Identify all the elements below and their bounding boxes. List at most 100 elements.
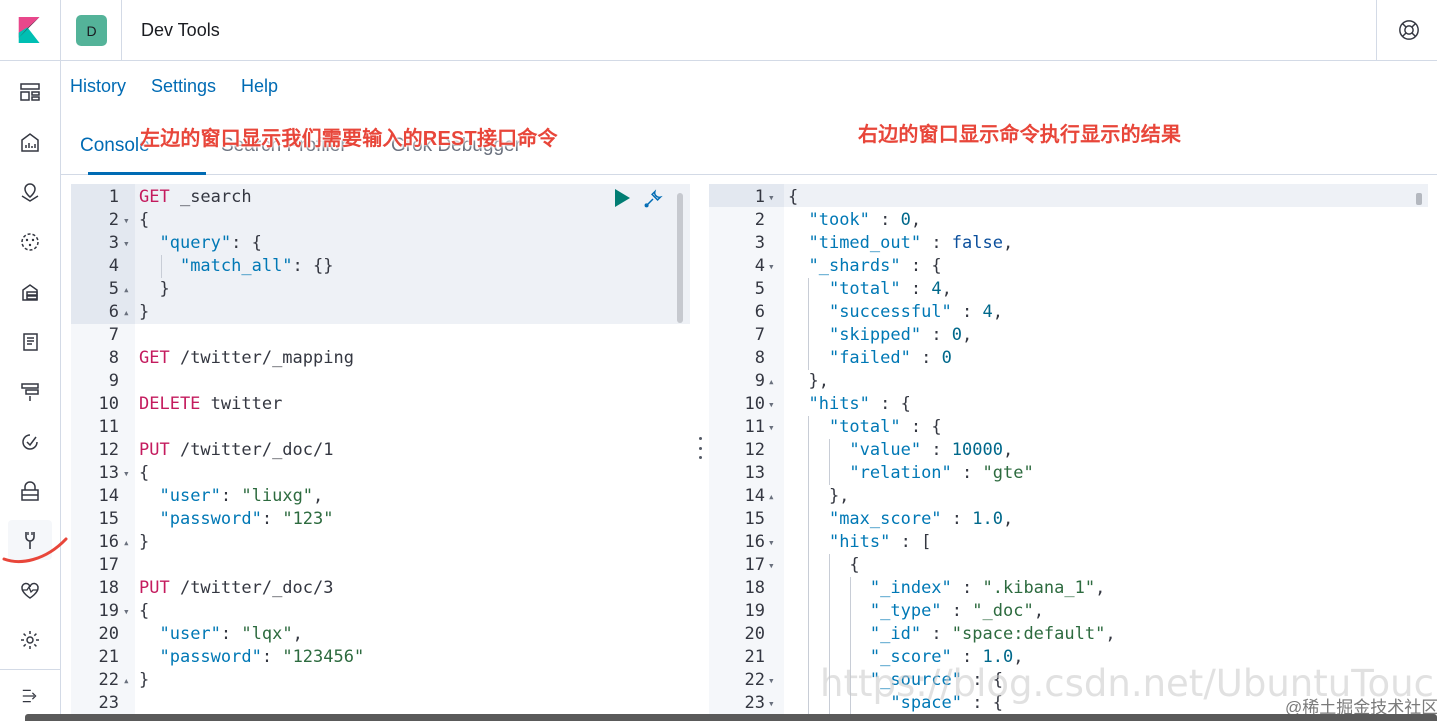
nav-item-ml[interactable]	[8, 222, 52, 262]
nav-item-infrastructure[interactable]	[8, 272, 52, 312]
code-text: DELETE twitter	[139, 394, 283, 414]
app-header: D Dev Tools	[61, 0, 1437, 61]
code-text: "skipped" : 0,	[828, 325, 973, 345]
request-editor[interactable]: 1 GET _search 2 ▾{3 ▾ "query": {4 "match_all…	[71, 184, 690, 721]
code-line: 15 "password": "123"	[71, 508, 690, 531]
fold-toggle-icon[interactable]: ▾	[123, 232, 130, 255]
line-number: 3	[754, 233, 765, 253]
fold-toggle-icon[interactable]: ▾	[768, 531, 775, 554]
fold-toggle-icon[interactable]: ▾	[768, 186, 775, 209]
line-number: 21	[98, 647, 119, 667]
line-number: 17	[98, 555, 119, 575]
nav-item-uptime[interactable]	[8, 422, 52, 462]
fold-toggle-icon[interactable]: ▾	[768, 692, 775, 715]
code-text: {	[139, 601, 150, 621]
nav-item-discover[interactable]	[8, 72, 52, 112]
response-editor: 1 ▾{2 "took" : 0, 3 "timed_out" : false, 4 ▾…	[709, 184, 1428, 721]
left-nav	[0, 0, 68, 721]
fold-toggle-icon[interactable]: ▴	[123, 301, 130, 324]
code-line: 21 "password": "123456"	[71, 646, 690, 669]
code-text: },	[788, 486, 850, 506]
header-divider-right	[1376, 0, 1377, 61]
fold-toggle-icon[interactable]: ▴	[768, 485, 775, 508]
code-line: 23	[71, 692, 690, 715]
request-actions	[612, 188, 672, 210]
fold-toggle-icon[interactable]: ▾	[123, 462, 130, 485]
pane-resizer[interactable]	[695, 437, 705, 459]
code-line: 18 PUT /twitter/_doc/3	[71, 577, 690, 600]
code-text: "failed" : 0	[828, 348, 952, 368]
fold-toggle-icon[interactable]: ▾	[123, 209, 130, 232]
line-number: 8	[754, 348, 765, 368]
fold-toggle-icon[interactable]: ▴	[768, 370, 775, 393]
nav-item-apm[interactable]	[8, 372, 52, 412]
nav-item-visualize[interactable]	[8, 122, 52, 162]
code-text: {	[139, 210, 150, 230]
code-text: "total" : {	[828, 417, 942, 437]
code-line: 19 ▾ {	[71, 600, 690, 623]
settings-link[interactable]: Settings	[151, 76, 216, 97]
code-text: "password": "123"	[159, 509, 334, 529]
fold-toggle-icon[interactable]: ▴	[123, 531, 130, 554]
discover-icon	[20, 83, 40, 101]
nav-item-management[interactable]	[8, 620, 52, 660]
apm-icon	[21, 383, 39, 401]
fold-toggle-icon[interactable]: ▾	[768, 393, 775, 416]
code-line: 20 "_id" : "space:default",	[709, 623, 1428, 646]
fold-toggle-icon[interactable]: ▴	[123, 669, 130, 692]
siem-icon	[21, 481, 39, 501]
help-link[interactable]: Help	[241, 76, 278, 97]
help-icon	[1399, 20, 1419, 40]
nav-item-monitoring[interactable]	[8, 570, 52, 610]
header-divider	[121, 0, 122, 61]
code-text: "max_score" : 1.0,	[828, 509, 1014, 529]
history-link[interactable]: History	[70, 76, 126, 97]
line-number: 2	[754, 210, 765, 230]
annotation-right: 右边的窗口显示命令执行显示的结果	[858, 124, 1182, 146]
line-number: 18	[744, 578, 765, 598]
help-menu-button[interactable]	[1395, 16, 1423, 44]
nav-item-siem[interactable]	[8, 472, 52, 512]
line-number: 5	[754, 279, 765, 299]
fold-toggle-icon[interactable]: ▾	[123, 600, 130, 623]
code-text: "password": "123456"	[159, 647, 365, 667]
code-text: {	[788, 187, 799, 207]
code-line: 11	[71, 416, 690, 439]
line-number: 4	[108, 256, 119, 276]
code-text: "_shards" : {	[808, 256, 942, 276]
code-text: GET /twitter/_mapping	[139, 348, 354, 368]
line-number: 9	[754, 371, 765, 391]
fold-toggle-icon[interactable]: ▾	[768, 669, 775, 692]
fold-toggle-icon[interactable]: ▾	[768, 554, 775, 577]
fold-toggle-icon[interactable]: ▾	[768, 416, 775, 439]
kibana-logo[interactable]	[0, 0, 61, 61]
line-number: 23	[744, 693, 765, 713]
nav-item-maps[interactable]	[8, 172, 52, 212]
page-title: Dev Tools	[141, 20, 220, 40]
line-number: 13	[98, 463, 119, 483]
line-number: 17	[744, 555, 765, 575]
nav-item-logs[interactable]	[8, 322, 52, 362]
indent-guide	[808, 278, 809, 370]
uptime-icon	[22, 434, 38, 450]
fold-toggle-icon[interactable]: ▴	[123, 278, 130, 301]
code-text: "match_all": {}	[179, 256, 334, 276]
code-line: 10 ▾ "hits" : {	[709, 393, 1428, 416]
space-avatar[interactable]: D	[76, 15, 107, 46]
code-line: 18 "_index" : ".kibana_1",	[709, 577, 1428, 600]
line-number: 14	[98, 486, 119, 506]
play-icon[interactable]	[612, 188, 632, 208]
code-text: {	[788, 555, 860, 575]
fold-toggle-icon[interactable]: ▾	[768, 255, 775, 278]
code-text: PUT /twitter/_doc/1	[139, 440, 334, 460]
wrench-icon[interactable]	[642, 188, 664, 210]
request-scrollbar[interactable]	[677, 193, 683, 323]
code-text: PUT /twitter/_doc/3	[139, 578, 334, 598]
code-line: 9 ▴ },	[709, 370, 1428, 393]
indent-guide	[161, 255, 162, 278]
code-line: 4 "match_all": {}	[71, 255, 690, 278]
response-scrollbar[interactable]	[1416, 193, 1422, 205]
code-line: 16 ▴}	[71, 531, 690, 554]
code-line: 6 ▴}	[71, 301, 690, 324]
line-number: 21	[744, 647, 765, 667]
